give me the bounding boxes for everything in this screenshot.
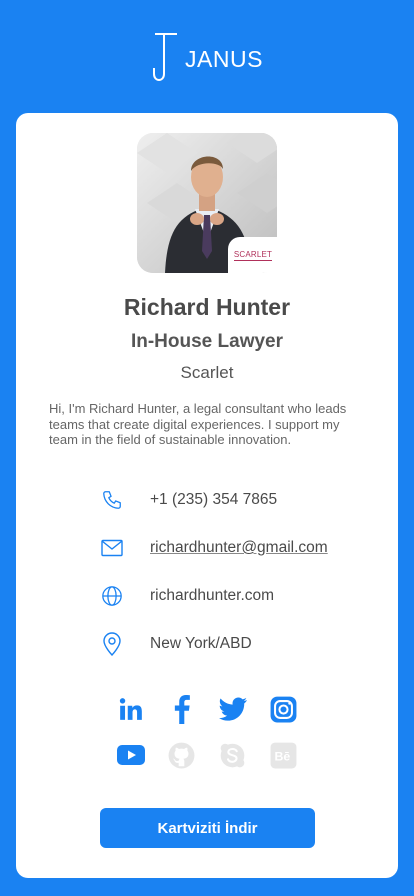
email-link[interactable]: richardhunter@gmail.com <box>150 539 328 557</box>
phone-row[interactable]: +1 (235) 354 7865 <box>100 485 380 515</box>
company-logo-badge: SCARLET <box>228 237 278 273</box>
janus-logo-icon <box>153 33 178 81</box>
behance-icon[interactable]: Bē <box>270 741 298 769</box>
facebook-icon[interactable] <box>168 695 196 724</box>
skype-icon[interactable] <box>219 741 247 769</box>
location-pin-icon <box>100 632 124 656</box>
job-title: In-House Lawyer <box>130 331 284 352</box>
social-row-secondary: Bē <box>16 741 398 773</box>
person-name: Richard Hunter <box>123 294 291 320</box>
twitter-icon[interactable] <box>218 695 247 723</box>
globe-icon <box>100 584 124 608</box>
location-row[interactable]: New York/ABD <box>100 629 380 659</box>
website-row[interactable]: richardhunter.com <box>100 581 380 611</box>
email-row[interactable]: richardhunter@gmail.com <box>100 533 380 563</box>
app-header: JANUS <box>0 28 414 88</box>
company-logo-text: SCARLET <box>233 249 273 261</box>
brand-name: JANUS <box>185 45 263 72</box>
website-link[interactable]: richardhunter.com <box>150 587 274 605</box>
business-card: SCARLET Richard Hunter In-House Lawyer S… <box>16 113 398 878</box>
download-vcard-button[interactable]: Kartviziti İndir <box>100 808 315 848</box>
location-text: New York/ABD <box>150 635 252 652</box>
linkedin-icon[interactable] <box>117 695 145 723</box>
svg-text:Bē: Bē <box>275 749 291 763</box>
github-icon[interactable] <box>168 741 196 769</box>
bio-text: Hi, I'm Richard Hunter, a legal consulta… <box>49 401 347 447</box>
mail-icon <box>100 536 124 560</box>
company-name: Scarlet <box>180 363 234 382</box>
instagram-icon[interactable] <box>270 695 298 723</box>
youtube-icon[interactable] <box>116 741 145 769</box>
social-row-primary <box>16 695 398 727</box>
phone-icon <box>100 488 124 512</box>
phone-number: +1 (235) 354 7865 <box>150 491 278 508</box>
